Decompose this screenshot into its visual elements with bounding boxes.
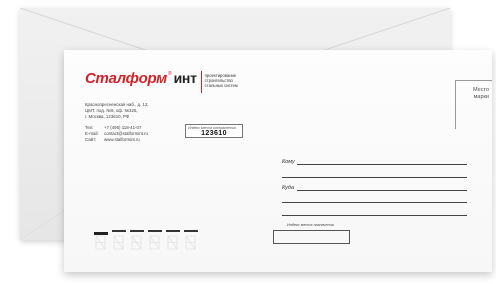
contact-value: www.stalformint.ru — [104, 136, 140, 142]
postal-digit-marker — [130, 230, 144, 232]
sender-contacts: Тел: +7 (495) 118-41-07 E-mail: contact@… — [85, 125, 148, 142]
logo-unit-name: инт — [173, 70, 197, 86]
postal-digit-cell — [184, 230, 200, 252]
recipient-to-label: Кому — [282, 159, 295, 165]
postal-digit-cell — [112, 230, 128, 252]
sender-address: Краснопресненская наб., д. 12, ЦМТ, под.… — [85, 102, 149, 119]
logo-registered-mark: ® — [167, 71, 172, 77]
postal-digit-marker — [148, 230, 162, 232]
recipient-address-line — [282, 215, 467, 216]
postal-digit-template — [149, 235, 160, 250]
sender-index-box: Индекс места отправления 123610 — [185, 124, 243, 138]
postal-digit-template — [167, 235, 178, 250]
sender-index-value: 123610 — [201, 130, 227, 137]
logo-tagline: проектирование строительство стальных си… — [205, 73, 238, 88]
recipient-to-line — [297, 164, 467, 165]
recipient-index-box — [273, 230, 350, 244]
postal-code-grid — [94, 230, 202, 252]
postal-digit-template — [131, 235, 142, 250]
front-envelope: Сталформ ® инт проектирование строительс… — [64, 50, 492, 272]
logo-divider — [200, 71, 202, 93]
recipient-address-line — [282, 202, 467, 203]
stamp-label-line: Место — [473, 87, 489, 93]
recipient-index-label: Индекс места назначения — [287, 223, 334, 227]
postal-digit-marker — [184, 230, 198, 232]
stamp-label-line: марки — [473, 94, 489, 100]
recipient-where-line — [297, 190, 467, 191]
address-line: г. Москва, 123610, РФ — [85, 113, 130, 119]
contact-website: Сайт: www.stalformint.ru — [85, 137, 148, 143]
postal-digit-template — [95, 235, 106, 250]
recipient-address-line — [282, 177, 467, 178]
postal-digit-marker — [166, 230, 180, 232]
postal-digit-cell — [94, 230, 110, 252]
contact-label: Сайт: — [85, 136, 97, 142]
postal-digit-cell — [166, 230, 182, 252]
postal-digit-marker — [112, 230, 126, 232]
postal-digit-template — [185, 235, 196, 250]
address-line: Краснопресненская наб., д. 12, — [85, 102, 149, 107]
postal-digit-cell — [148, 230, 164, 252]
recipient-where-label: Куда — [282, 185, 295, 191]
company-logo: Сталформ ® инт проектирование строительс… — [85, 71, 238, 93]
postal-digit-template — [113, 235, 124, 250]
postal-digit-cell — [130, 230, 146, 252]
logo-tagline-line: стальных систем — [204, 83, 238, 88]
stamp-label: Место марки — [459, 87, 489, 101]
stamp-place: Место марки — [455, 80, 492, 129]
logo-brand-name: Сталформ — [85, 70, 167, 87]
